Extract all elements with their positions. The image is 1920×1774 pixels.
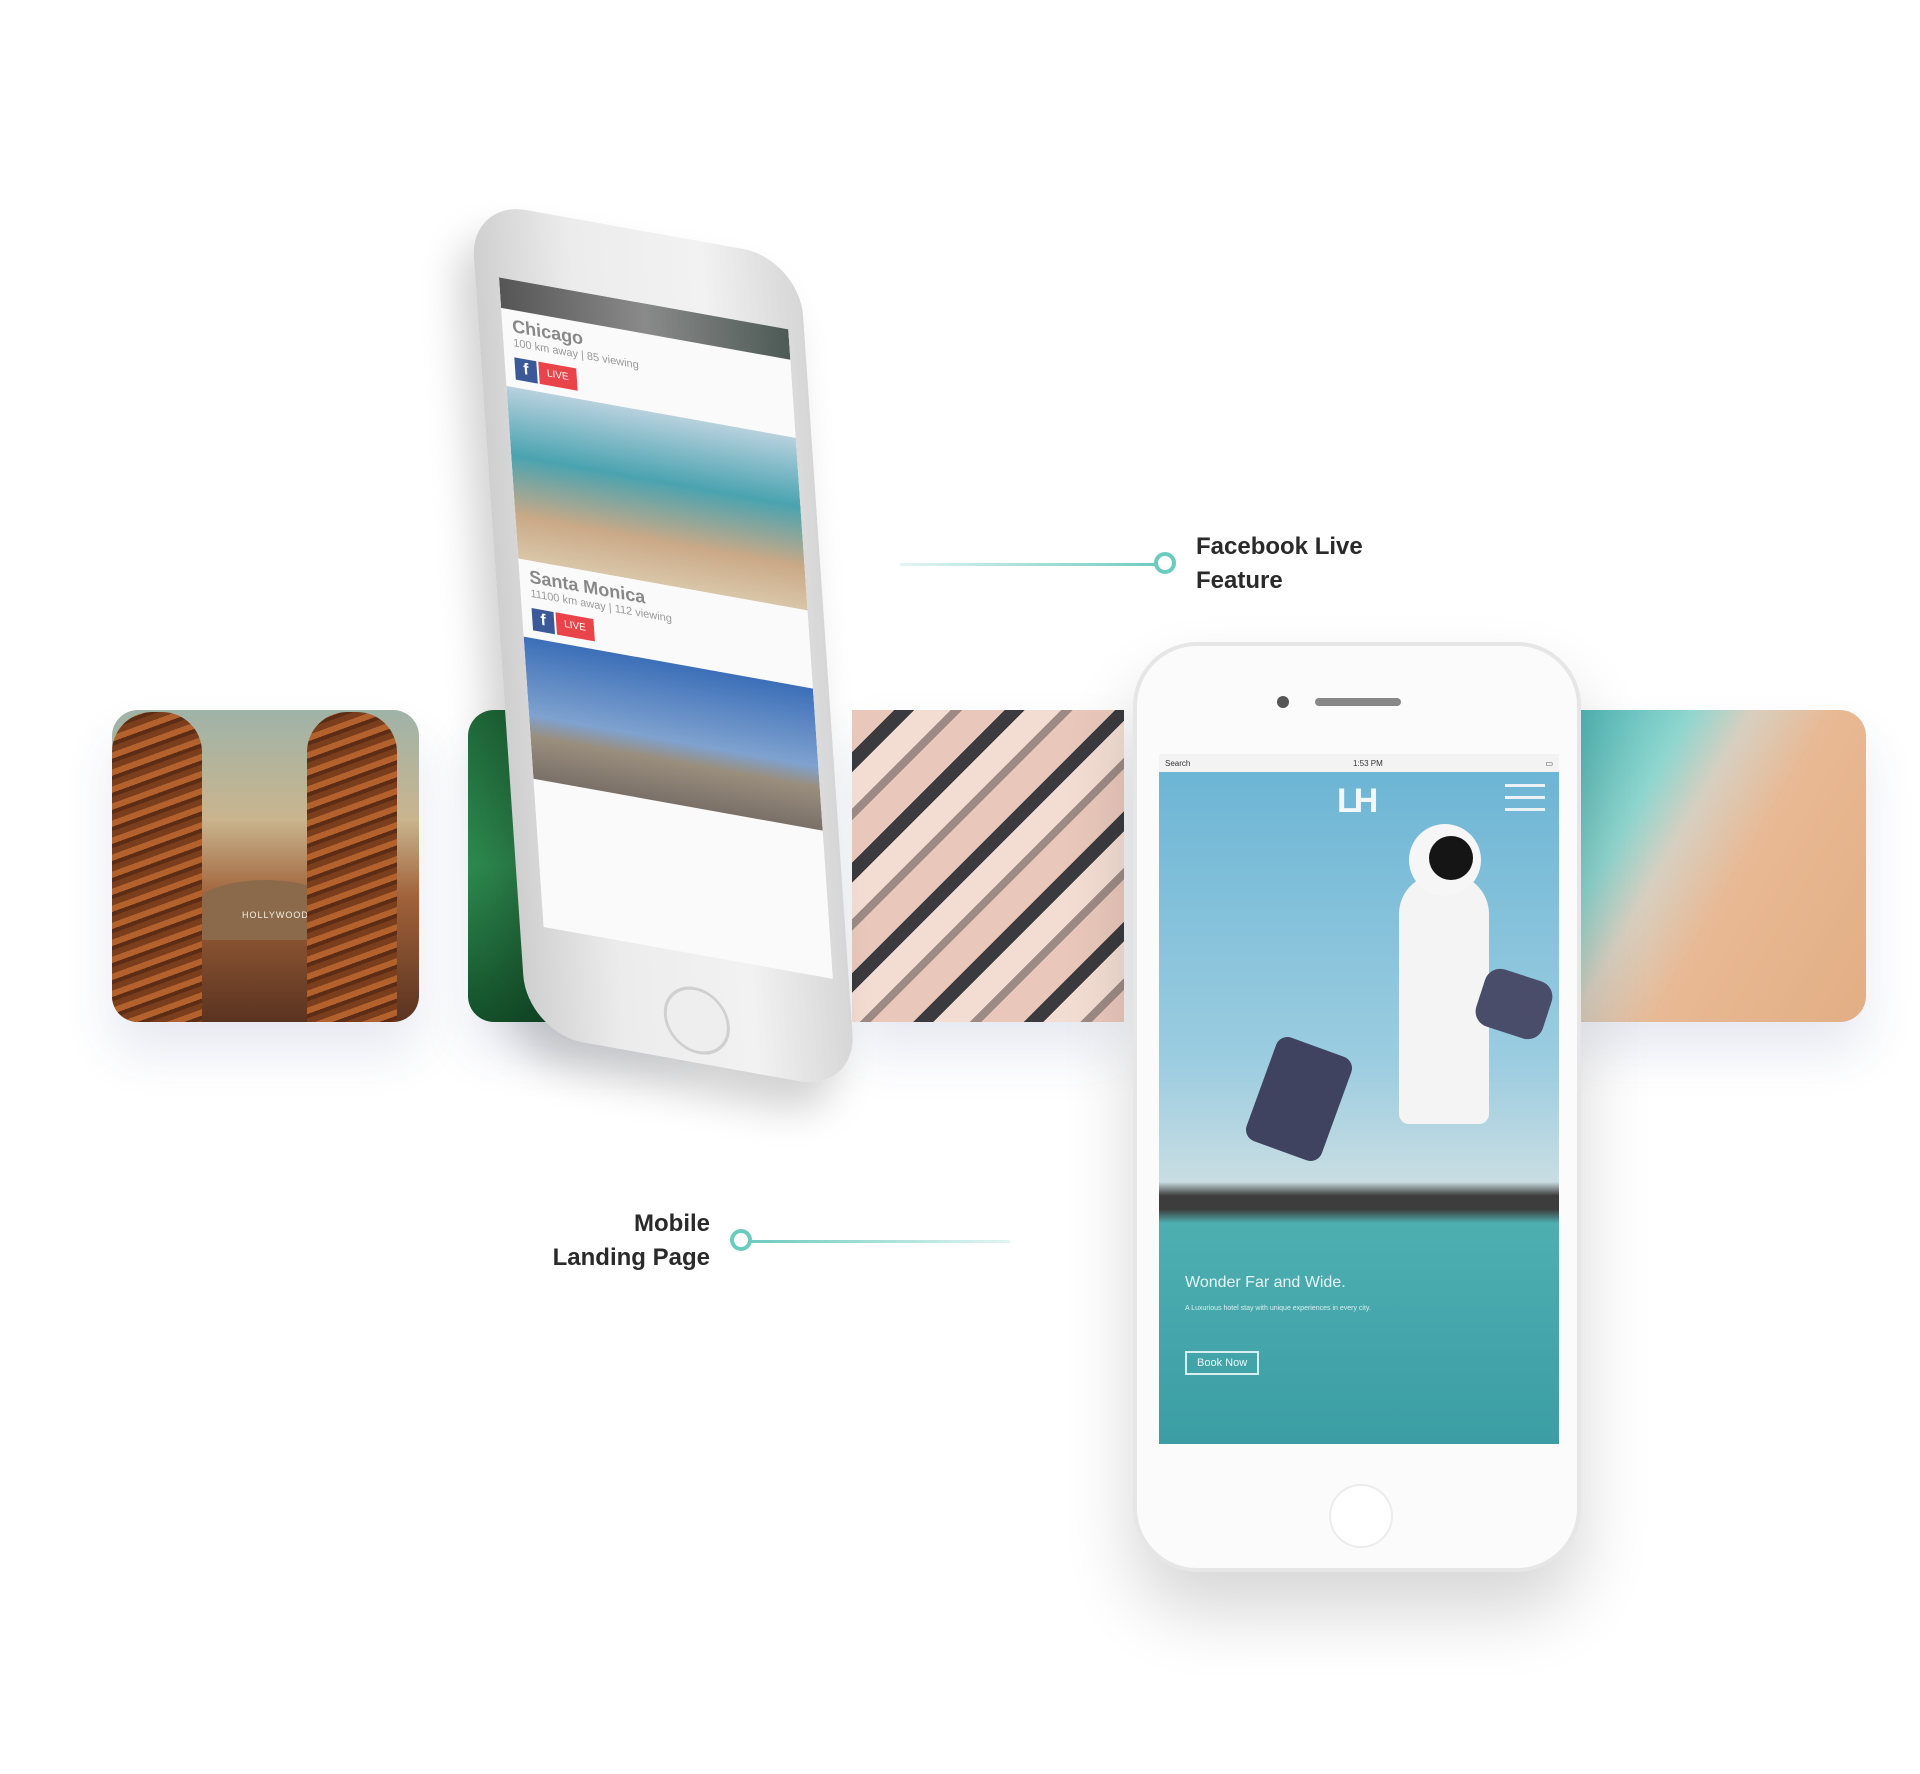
book-now-button[interactable]: Book Now	[1185, 1351, 1260, 1375]
phone2-screen: Search 1:53 PM ▭ LH Wonder Far and Wide.…	[1159, 754, 1559, 1444]
speaker-grille	[1315, 698, 1401, 706]
phone-facebook-live: Chicago 100 km away | 85 viewing f LIVE …	[470, 200, 857, 1092]
callout-line-facebook	[900, 563, 1162, 566]
phone1-screen: Chicago 100 km away | 85 viewing f LIVE …	[498, 277, 833, 979]
callout-facebook-live: Facebook Live Feature	[1196, 530, 1363, 598]
facebook-icon: f	[531, 608, 556, 635]
callout-line1: Facebook Live	[1196, 533, 1363, 560]
hollywood-sign: HOLLYWOOD	[242, 910, 309, 920]
hamburger-menu-icon[interactable]	[1505, 784, 1545, 814]
battery-icon: ▭	[1545, 758, 1553, 768]
facebook-icon: f	[514, 357, 538, 384]
hero-description: A Luxurious hotel stay with unique exper…	[1185, 1305, 1371, 1312]
hero-tagline: Wonder Far and Wide.	[1185, 1274, 1346, 1291]
live-label: LIVE	[538, 361, 578, 391]
palm-left	[112, 712, 202, 1022]
status-carrier: Search	[1165, 758, 1191, 768]
callout-line1: Mobile	[634, 1210, 710, 1237]
palm-right	[307, 712, 397, 1022]
callout-line-landing	[748, 1240, 1010, 1243]
status-time: 1:53 PM	[1353, 758, 1383, 768]
astronaut-visor	[1429, 836, 1473, 880]
suitcase-shape	[1242, 1033, 1356, 1165]
astronaut-body	[1399, 874, 1489, 1124]
beach-photo	[1574, 710, 1866, 1022]
callout-dot-facebook	[1154, 552, 1176, 574]
callout-dot-landing	[730, 1229, 752, 1251]
home-button	[661, 981, 733, 1060]
camera-icon	[1277, 696, 1289, 708]
live-label: LIVE	[555, 612, 595, 642]
home-button	[1329, 1484, 1393, 1548]
phone-landing-page: Search 1:53 PM ▭ LH Wonder Far and Wide.…	[1133, 642, 1581, 1572]
status-bar: Search 1:53 PM ▭	[1159, 754, 1559, 772]
hollywood-photo: HOLLYWOOD	[112, 710, 419, 1022]
callout-mobile-landing: Mobile Landing Page	[520, 1207, 710, 1275]
callout-line2: Landing Page	[552, 1244, 710, 1271]
building-photo	[852, 710, 1124, 1022]
brand-logo[interactable]: LH	[1337, 782, 1378, 821]
callout-line2: Feature	[1196, 567, 1283, 594]
